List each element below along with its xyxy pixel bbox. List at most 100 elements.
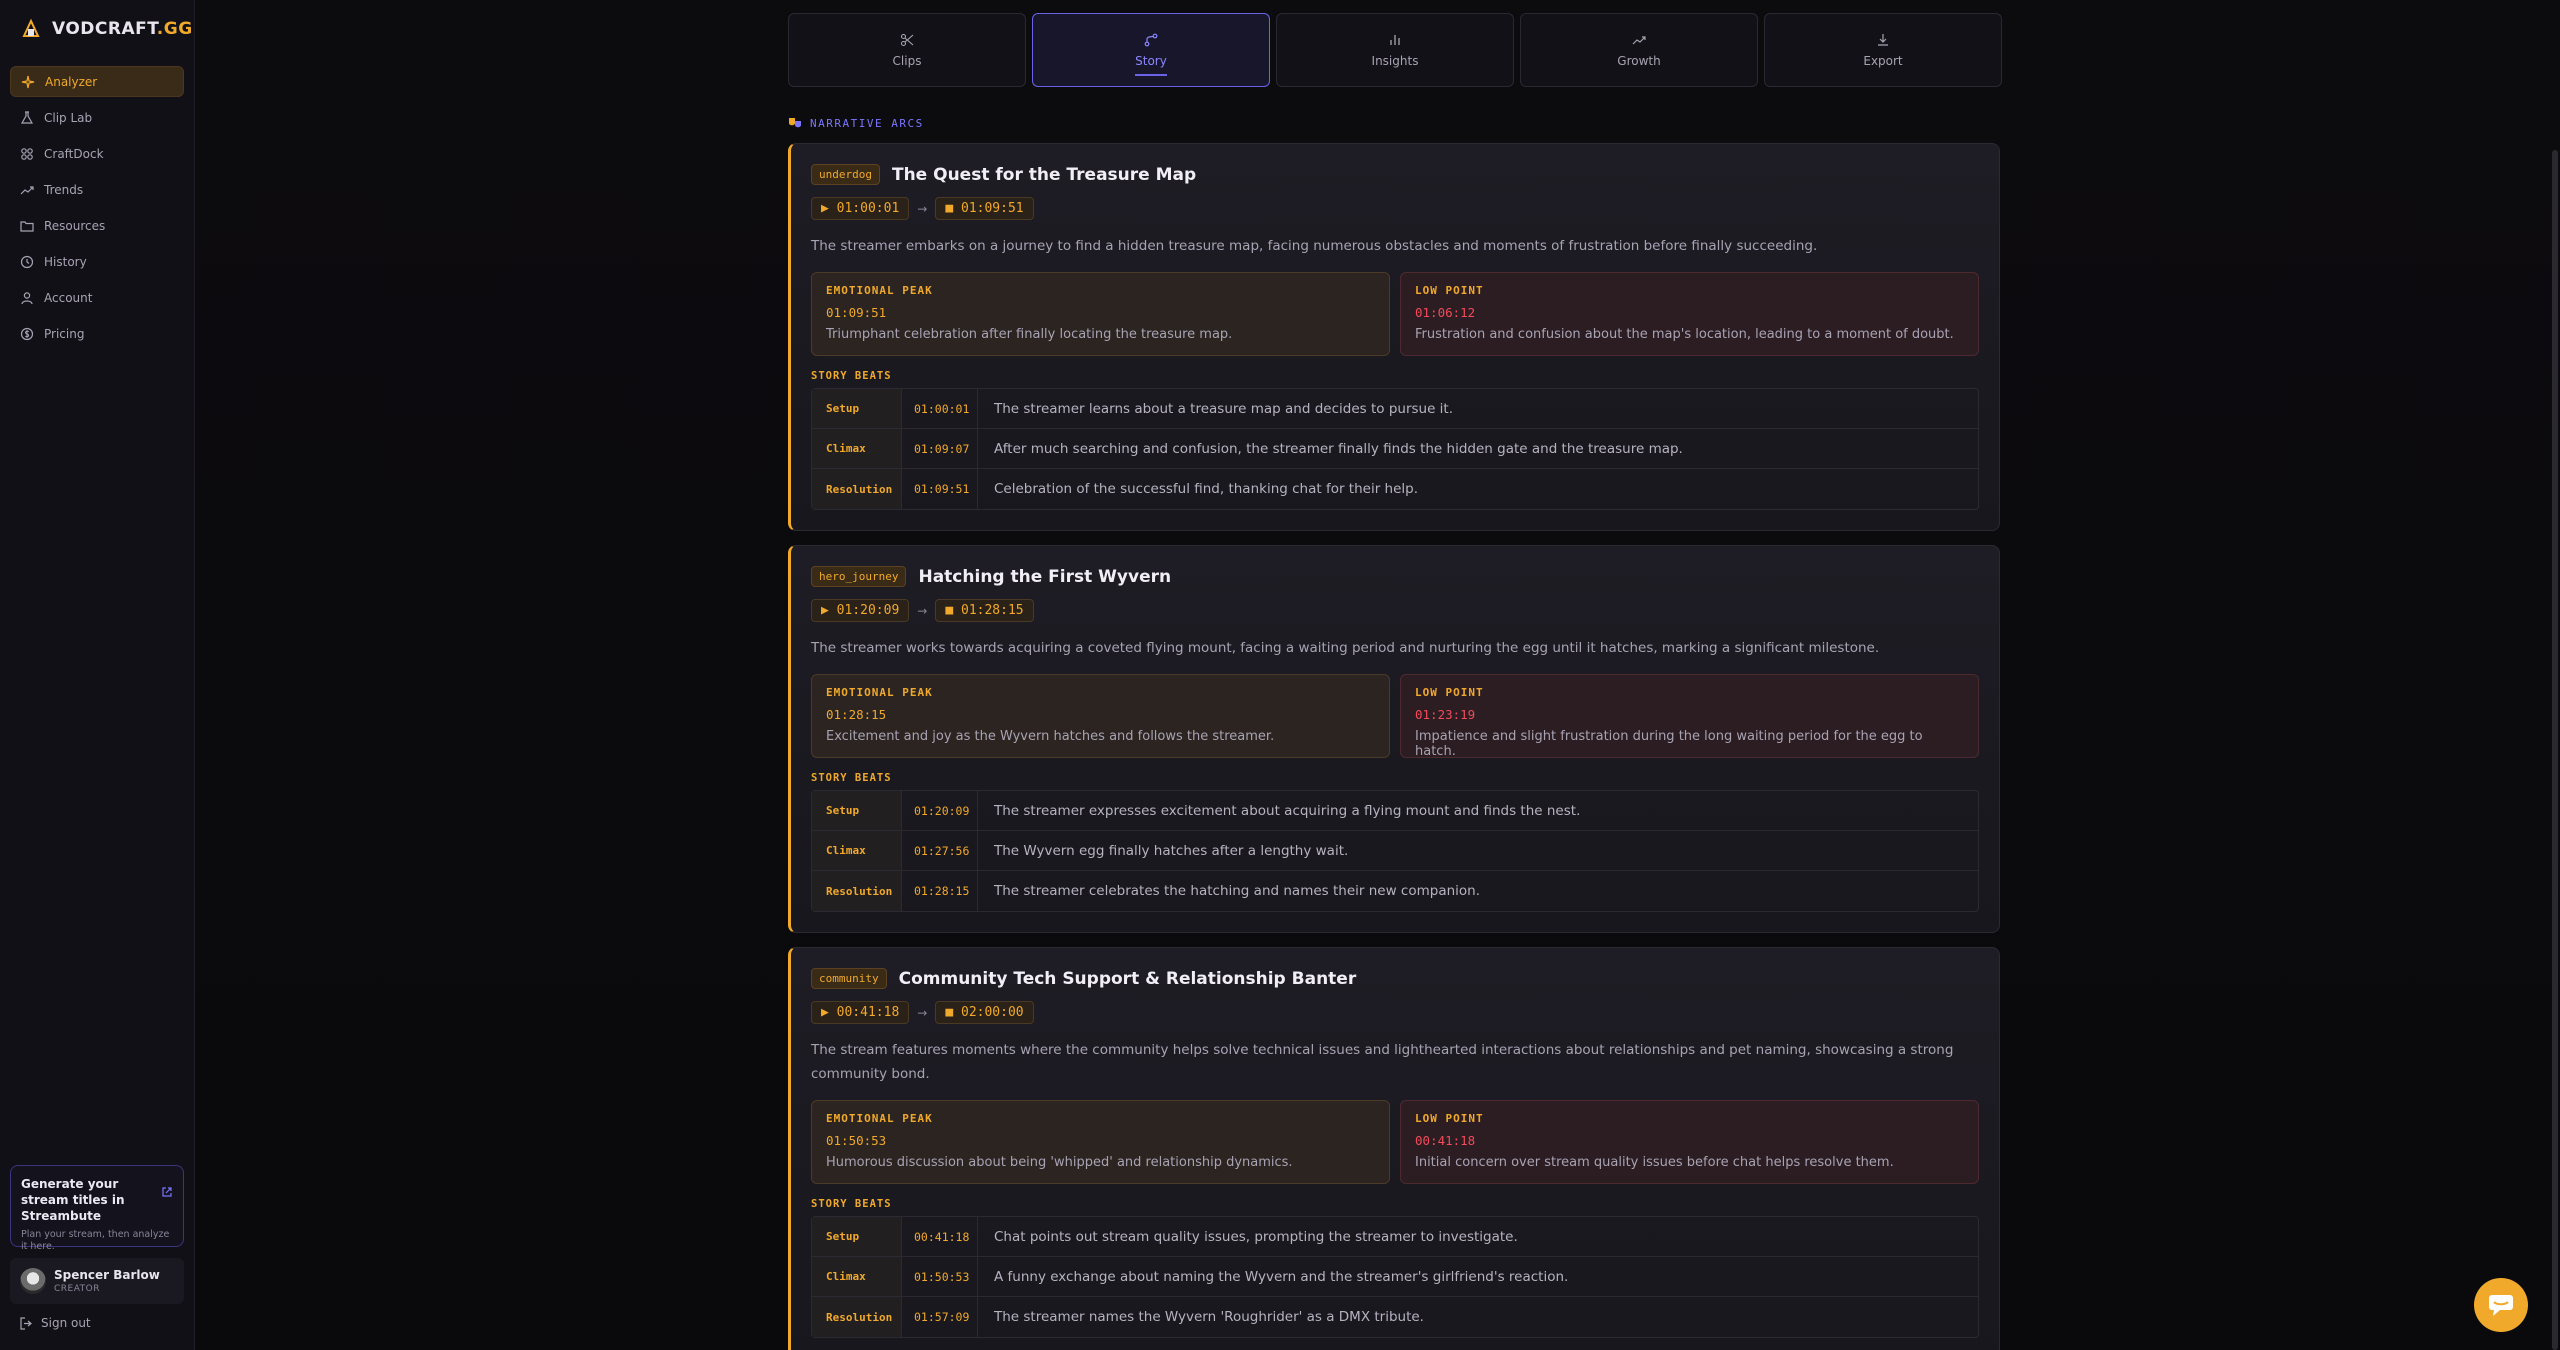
folder-icon [20, 220, 34, 232]
beat-time[interactable]: 01:50:53 [902, 1257, 978, 1296]
arrow-icon: → [917, 201, 928, 216]
table-row[interactable]: Resolution 01:57:09 The streamer names t… [812, 1297, 1978, 1337]
beat-time[interactable]: 01:20:09 [902, 791, 978, 830]
emotional-peak-card: EMOTIONAL PEAK 01:28:15 Excitement and j… [811, 674, 1390, 758]
beat-description: Chat points out stream quality issues, p… [994, 1228, 1518, 1245]
coin-icon [20, 327, 34, 340]
scrollbar[interactable] [2552, 150, 2558, 1350]
table-row[interactable]: Setup 01:20:09 The streamer expresses ex… [812, 791, 1978, 831]
story-beats-table: Setup 00:41:18 Chat points out stream qu… [811, 1216, 1979, 1338]
chat-icon [2489, 1295, 2513, 1316]
sidebar-item-pricing[interactable]: Pricing [10, 318, 184, 349]
beat-type: Setup [812, 389, 902, 428]
low-time[interactable]: 00:41:18 [1415, 1133, 1964, 1148]
low-description: Initial concern over stream quality issu… [1415, 1155, 1894, 1170]
arc-start-time-button[interactable]: ▶ 01:20:09 [811, 599, 910, 622]
beat-time[interactable]: 01:09:07 [902, 429, 978, 468]
sign-out-label: Sign out [41, 1316, 91, 1330]
peak-label: EMOTIONAL PEAK [826, 1112, 933, 1125]
peak-time[interactable]: 01:09:51 [826, 305, 1375, 320]
table-row[interactable]: Setup 00:41:18 Chat points out stream qu… [812, 1217, 1978, 1257]
promo-title: Generate your stream titles in Streambut… [21, 1177, 125, 1223]
tab-story[interactable]: Story [1032, 13, 1270, 87]
beat-description: After much searching and confusion, the … [994, 440, 1683, 457]
main-content: Clips Story Insights Growth Export NARRA… [196, 0, 2560, 1350]
tab-clips[interactable]: Clips [788, 13, 1026, 87]
sidebar-item-label: Analyzer [45, 74, 98, 89]
peak-description: Triumphant celebration after finally loc… [826, 327, 1233, 342]
beat-description: Celebration of the successful find, than… [994, 481, 1419, 497]
tab-insights[interactable]: Insights [1276, 13, 1514, 87]
tab-label: Clips [892, 53, 922, 68]
beat-description: The streamer celebrates the hatching and… [994, 883, 1480, 899]
logo[interactable]: VODCRAFT.GG [20, 18, 193, 40]
arc-tag: community [811, 968, 887, 989]
table-row[interactable]: Setup 01:00:01 The streamer learns about… [812, 389, 1978, 429]
grid-icon [21, 147, 33, 160]
sidebar-item-history[interactable]: History [10, 246, 184, 277]
beat-time[interactable]: 01:27:56 [902, 831, 978, 870]
arc-start-time-button[interactable]: ▶ 01:00:01 [811, 197, 910, 220]
beat-time[interactable]: 01:57:09 [902, 1297, 978, 1337]
theater-masks-icon [789, 118, 801, 128]
download-icon [1878, 33, 1888, 46]
tab-label: Insights [1371, 53, 1419, 68]
user-card[interactable]: Spencer Barlow CREATOR [10, 1258, 184, 1304]
tab-export[interactable]: Export [1764, 13, 2002, 87]
beat-type: Climax [812, 831, 902, 870]
trend-icon [20, 185, 34, 194]
beat-time[interactable]: 01:00:01 [902, 389, 978, 428]
arc-start-time-button[interactable]: ▶ 00:41:18 [811, 1001, 910, 1024]
low-label: LOW POINT [1415, 686, 1484, 699]
sidebar: VODCRAFT.GG Analyzer Clip Lab CraftDock … [0, 0, 195, 1350]
low-time[interactable]: 01:06:12 [1415, 305, 1964, 320]
story-beats-table: Setup 01:00:01 The streamer learns about… [811, 388, 1979, 510]
beat-time[interactable]: 00:41:18 [902, 1217, 978, 1256]
section-title: NARRATIVE ARCS [788, 116, 924, 130]
peak-time[interactable]: 01:50:53 [826, 1133, 1375, 1148]
sign-out-button[interactable]: Sign out [20, 1316, 91, 1330]
sidebar-item-analyzer[interactable]: Analyzer [10, 66, 184, 97]
sidebar-item-label: History [44, 254, 87, 269]
arc-tag: underdog [811, 164, 880, 185]
streambute-promo[interactable]: Generate your stream titles in Streambut… [10, 1165, 184, 1252]
arc-summary: The streamer embarks on a journey to fin… [811, 238, 1818, 254]
low-time[interactable]: 01:23:19 [1415, 707, 1964, 722]
beat-time[interactable]: 01:28:15 [902, 871, 978, 911]
beat-time[interactable]: 01:09:51 [902, 469, 978, 509]
sidebar-item-trends[interactable]: Trends [10, 174, 184, 205]
table-row[interactable]: Climax 01:27:56 The Wyvern egg finally h… [812, 831, 1978, 871]
arc-summary: The streamer works towards acquiring a c… [811, 640, 1880, 656]
arc-end-time-button[interactable]: ■ 01:09:51 [935, 197, 1034, 220]
peak-time[interactable]: 01:28:15 [826, 707, 1375, 722]
avatar [20, 1268, 46, 1294]
sidebar-item-label: Trends [44, 182, 84, 197]
flask-icon [20, 110, 34, 124]
beat-type: Climax [812, 1257, 902, 1296]
arc-title: The Quest for the Treasure Map [891, 164, 1197, 185]
story-beats-label: STORY BEATS [811, 370, 892, 382]
sidebar-item-resources[interactable]: Resources [10, 210, 184, 241]
arc-end-time-button[interactable]: ■ 01:28:15 [935, 599, 1034, 622]
external-link-icon[interactable] [161, 1186, 173, 1198]
sidebar-item-label: Account [44, 290, 93, 305]
user-role: CREATOR [54, 1284, 101, 1294]
table-row[interactable]: Resolution 01:28:15 The streamer celebra… [812, 871, 1978, 911]
chat-support-button[interactable] [2474, 1278, 2528, 1332]
beat-description: The streamer expresses excitement about … [994, 802, 1581, 819]
arc-end-time-button[interactable]: ■ 02:00:00 [935, 1001, 1034, 1024]
tab-growth[interactable]: Growth [1520, 13, 1758, 87]
sidebar-item-craftdock[interactable]: CraftDock [10, 138, 184, 169]
table-row[interactable]: Climax 01:09:07 After much searching and… [812, 429, 1978, 469]
arc-summary: The stream features moments where the co… [811, 1042, 1954, 1082]
trend-icon [1632, 35, 1646, 44]
sidebar-item-label: CraftDock [44, 146, 104, 161]
narrative-arc-card: community Community Tech Support & Relat… [788, 947, 2000, 1350]
sidebar-item-clip-lab[interactable]: Clip Lab [10, 102, 184, 133]
sidebar-item-account[interactable]: Account [10, 282, 184, 313]
table-row[interactable]: Resolution 01:09:51 Celebration of the s… [812, 469, 1978, 509]
low-description: Frustration and confusion about the map'… [1415, 327, 1954, 342]
low-description: Impatience and slight frustration during… [1415, 729, 1923, 759]
emotional-peak-card: EMOTIONAL PEAK 01:09:51 Triumphant celeb… [811, 272, 1390, 356]
table-row[interactable]: Climax 01:50:53 A funny exchange about n… [812, 1257, 1978, 1297]
